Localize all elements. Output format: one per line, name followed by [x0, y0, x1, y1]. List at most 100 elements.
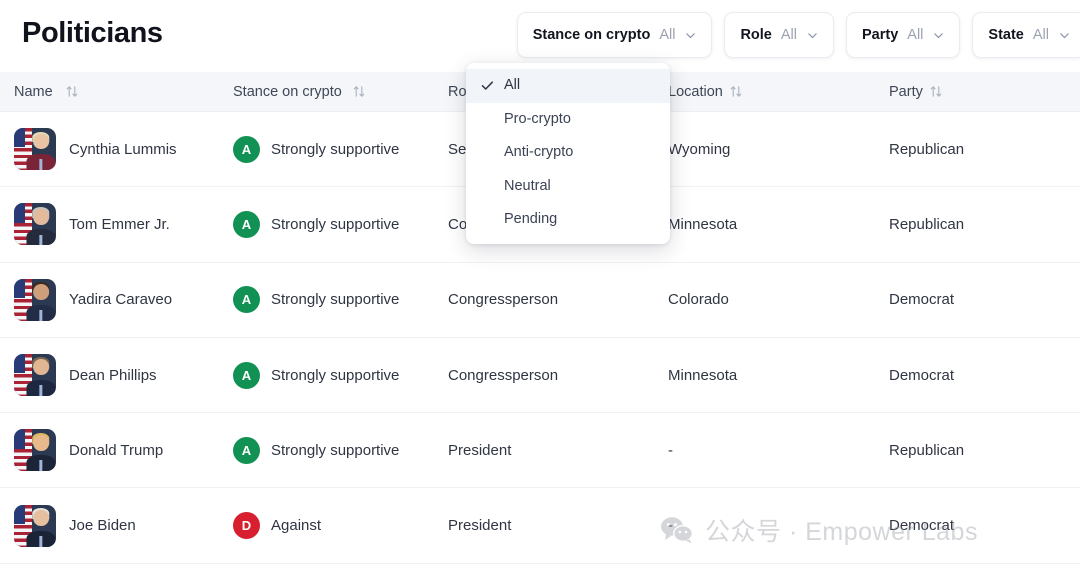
grade-badge: A — [233, 136, 260, 163]
politician-name: Cynthia Lummis — [69, 141, 177, 158]
dropdown-option-label: Pending — [504, 211, 557, 227]
cell-party: Republican — [889, 442, 1080, 459]
avatar — [14, 354, 56, 396]
cell-location: Wyoming — [668, 141, 889, 158]
filter-label: Role — [740, 27, 771, 43]
stance-text: Strongly supportive — [271, 291, 399, 308]
sort-updown-icon[interactable] — [930, 85, 942, 98]
grade-badge: A — [233, 286, 260, 313]
portrait — [26, 429, 56, 471]
avatar — [14, 128, 56, 170]
dropdown-option-anti-crypto[interactable]: Anti-crypto — [466, 136, 670, 170]
dropdown-option-label: All — [504, 77, 520, 93]
check-icon — [481, 69, 494, 103]
cell-stance: A Strongly supportive — [233, 362, 448, 389]
cell-party: Republican — [889, 216, 1080, 233]
portrait — [26, 279, 56, 321]
table-row[interactable]: Joe BidenDAgainstPresident-Democrat — [0, 488, 1080, 563]
sort-updown-icon[interactable] — [353, 85, 365, 98]
filter-party[interactable]: Party All — [846, 12, 960, 58]
cell-location: Minnesota — [668, 367, 889, 384]
cell-stance: A Strongly supportive — [233, 211, 448, 238]
dropdown-option-pro-crypto[interactable]: Pro-crypto — [466, 103, 670, 137]
column-label: Party — [889, 84, 923, 100]
cell-name: Dean Phillips — [0, 354, 233, 396]
chevron-down-icon — [807, 30, 818, 41]
politician-name: Joe Biden — [69, 517, 136, 534]
sort-updown-icon[interactable] — [66, 85, 78, 98]
cell-role: President — [448, 442, 668, 459]
page-title: Politicians — [22, 17, 163, 50]
grade-badge: A — [233, 437, 260, 464]
table-row[interactable]: Donald Trump A Strongly supportive Presiden… — [0, 413, 1080, 488]
avatar — [14, 203, 56, 245]
cell-location: - — [668, 442, 889, 459]
portrait — [26, 128, 56, 170]
chevron-down-icon — [933, 30, 944, 41]
cell-role: Congressperson — [448, 367, 668, 384]
avatar — [14, 279, 56, 321]
stance-text: Strongly supportive — [271, 216, 399, 233]
filter-value: All — [781, 27, 797, 43]
stance-text: Strongly supportive — [271, 367, 399, 384]
cell-name: Donald Trump — [0, 429, 233, 471]
column-header-party[interactable]: Party — [889, 84, 1080, 100]
cell-party: Democrat — [889, 367, 1080, 384]
cell-name: Cynthia Lummis — [0, 128, 233, 170]
filter-state[interactable]: State All — [972, 12, 1080, 58]
portrait — [26, 505, 56, 547]
dropdown-option-label: Anti-crypto — [504, 144, 573, 160]
cell-name: Joe Biden — [0, 505, 233, 547]
column-label: Location — [668, 84, 723, 100]
portrait — [26, 203, 56, 245]
stance-text: Strongly supportive — [271, 141, 399, 158]
table-row[interactable]: Yadira Caraveo A Strongly supportive Congre… — [0, 263, 1080, 338]
cell-role: President — [448, 517, 668, 534]
filter-value: All — [907, 27, 923, 43]
filter-value: All — [659, 27, 675, 43]
cell-name: Tom Emmer Jr. — [0, 203, 233, 245]
stance-filter-dropdown[interactable]: All Pro-crypto Anti-crypto Neutral Pending — [466, 63, 670, 244]
politician-name: Yadira Caraveo — [69, 291, 172, 308]
filter-value: All — [1033, 27, 1049, 43]
filter-stance-on-crypto[interactable]: Stance on crypto All — [517, 12, 713, 58]
dropdown-option-all[interactable]: All — [466, 69, 670, 103]
chevron-down-icon — [1059, 30, 1070, 41]
politicians-page: Politicians Stance on cryptoAllRoleAllPa… — [0, 0, 1080, 581]
column-header-stance[interactable]: Stance on crypto — [233, 84, 448, 100]
filter-label: State — [988, 27, 1023, 43]
stance-text: Against — [271, 517, 321, 534]
filter-role[interactable]: Role All — [724, 12, 834, 58]
top-bar: Politicians Stance on cryptoAllRoleAllPa… — [0, 0, 1080, 72]
column-label: Name — [14, 84, 53, 100]
column-header-name[interactable]: Name — [0, 84, 233, 100]
avatar — [14, 505, 56, 547]
dropdown-option-label: Pro-crypto — [504, 111, 571, 127]
table-row[interactable]: Dean Phillips A Strongly supportive Congres… — [0, 338, 1080, 413]
filter-label: Party — [862, 27, 898, 43]
chevron-down-icon — [685, 30, 696, 41]
column-header-location[interactable]: Location — [668, 84, 889, 100]
politician-name: Tom Emmer Jr. — [69, 216, 170, 233]
sort-updown-icon[interactable] — [730, 85, 742, 98]
dropdown-option-neutral[interactable]: Neutral — [466, 170, 670, 204]
dropdown-option-pending[interactable]: Pending — [466, 203, 670, 237]
cell-location: Minnesota — [668, 216, 889, 233]
dropdown-option-label: Neutral — [504, 178, 551, 194]
cell-stance: A Strongly supportive — [233, 286, 448, 313]
portrait — [26, 354, 56, 396]
cell-role: Congressperson — [448, 291, 668, 308]
politician-name: Dean Phillips — [69, 367, 157, 384]
cell-party: Republican — [889, 141, 1080, 158]
avatar — [14, 429, 56, 471]
stance-text: Strongly supportive — [271, 442, 399, 459]
grade-badge: A — [233, 211, 260, 238]
politician-name: Donald Trump — [69, 442, 163, 459]
grade-badge: D — [233, 512, 260, 539]
cell-name: Yadira Caraveo — [0, 279, 233, 321]
cell-location: Colorado — [668, 291, 889, 308]
filter-label: Stance on crypto — [533, 27, 651, 43]
grade-badge: A — [233, 362, 260, 389]
cell-party: Democrat — [889, 517, 1080, 534]
cell-stance: D Against — [233, 512, 448, 539]
